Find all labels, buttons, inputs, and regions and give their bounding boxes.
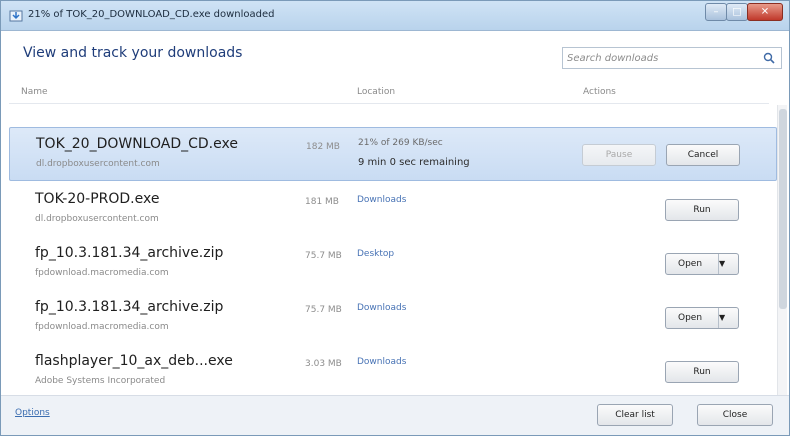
download-app-icon [9, 10, 23, 22]
page-heading: View and track your downloads [23, 45, 243, 61]
vertical-scrollbar[interactable] [777, 105, 787, 395]
clear-list-button[interactable]: Clear list [597, 404, 673, 426]
download-status: 21% of 269 KB/sec [358, 138, 443, 148]
search-icon[interactable] [763, 52, 775, 64]
location-link[interactable]: Downloads [357, 357, 406, 367]
cancel-button[interactable]: Cancel [666, 144, 740, 166]
location-link[interactable]: Desktop [357, 249, 394, 259]
close-button[interactable]: Close [697, 404, 773, 426]
file-name: flashplayer_10_ax_deb...exe [35, 353, 233, 369]
downloads-window: 21% of TOK_20_DOWNLOAD_CD.exe downloaded… [0, 0, 790, 436]
file-size: 75.7 MB [305, 251, 342, 261]
maximize-button[interactable]: □ [726, 3, 748, 21]
file-name: fp_10.3.181.34_archive.zip [35, 245, 224, 261]
downloads-list: TOK_20_DOWNLOAD_CD.exe dl.dropboxusercon… [9, 123, 777, 395]
pause-button[interactable]: Pause [582, 144, 656, 166]
location-link[interactable]: Downloads [357, 195, 406, 205]
close-window-button[interactable]: ✕ [747, 3, 783, 21]
file-size: 75.7 MB [305, 305, 342, 315]
title-bar[interactable]: 21% of TOK_20_DOWNLOAD_CD.exe downloaded… [1, 1, 789, 31]
download-item-active[interactable]: TOK_20_DOWNLOAD_CD.exe dl.dropboxusercon… [9, 127, 777, 181]
chevron-down-icon[interactable]: ▼ [718, 308, 738, 328]
open-button-label: Open [678, 313, 703, 323]
file-source: dl.dropboxusercontent.com [35, 214, 159, 224]
window-title: 21% of TOK_20_DOWNLOAD_CD.exe downloaded [28, 9, 275, 20]
file-size: 182 MB [306, 142, 340, 152]
download-item[interactable]: TOK-20-PROD.exe dl.dropboxusercontent.co… [9, 183, 777, 237]
file-source: dl.dropboxusercontent.com [36, 159, 160, 169]
time-remaining: 9 min 0 sec remaining [358, 157, 470, 168]
column-header-actions: Actions [583, 87, 616, 97]
column-header-name: Name [21, 87, 48, 97]
download-item[interactable]: fp_10.3.181.34_archive.zip fpdownload.ma… [9, 291, 777, 345]
file-name: TOK-20-PROD.exe [35, 191, 160, 207]
file-name: TOK_20_DOWNLOAD_CD.exe [36, 136, 238, 152]
run-button[interactable]: Run [665, 361, 739, 383]
open-button-label: Open [678, 259, 703, 269]
file-source: fpdownload.macromedia.com [35, 268, 169, 278]
file-source: Adobe Systems Incorporated [35, 376, 166, 386]
window-controls: – □ ✕ [705, 3, 783, 23]
chevron-down-icon[interactable]: ▼ [718, 254, 738, 274]
file-source: fpdownload.macromedia.com [35, 322, 169, 332]
open-split-button[interactable]: Open ▼ [665, 253, 739, 275]
download-item[interactable]: fp_10.3.181.34_archive.zip fpdownload.ma… [9, 237, 777, 291]
open-split-button[interactable]: Open ▼ [665, 307, 739, 329]
location-link[interactable]: Downloads [357, 303, 406, 313]
run-button[interactable]: Run [665, 199, 739, 221]
search-box[interactable] [562, 47, 782, 69]
options-link[interactable]: Options [15, 408, 50, 418]
file-size: 3.03 MB [305, 359, 342, 369]
search-input[interactable] [567, 50, 747, 66]
file-size: 181 MB [305, 197, 339, 207]
close-icon: ✕ [760, 6, 770, 18]
scrollbar-thumb[interactable] [779, 109, 787, 309]
footer-bar: Options Clear list Close [1, 395, 789, 435]
header-divider [9, 103, 769, 104]
maximize-icon: □ [732, 6, 742, 18]
column-header-location: Location [357, 87, 396, 97]
download-item[interactable]: flashplayer_10_ax_deb...exe Adobe System… [9, 345, 777, 395]
minimize-icon: – [713, 6, 719, 18]
file-name: fp_10.3.181.34_archive.zip [35, 299, 224, 315]
minimize-button[interactable]: – [705, 3, 727, 21]
